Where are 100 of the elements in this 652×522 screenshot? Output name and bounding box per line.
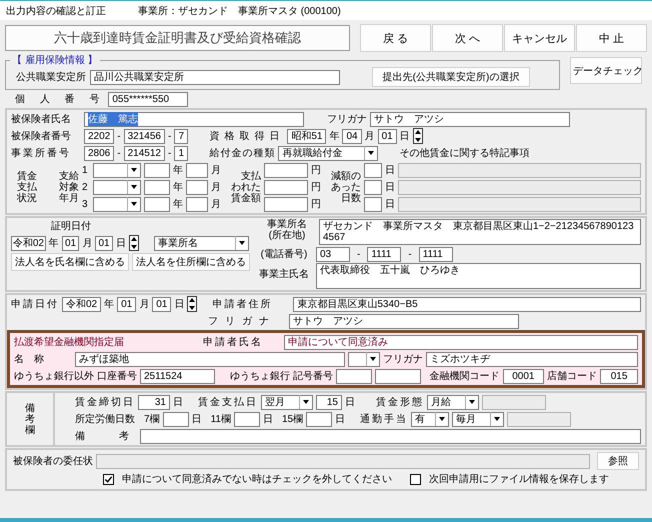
- account-number-field[interactable]: 2511524: [140, 368, 216, 384]
- date-field[interactable]: 01: [62, 236, 80, 250]
- personal-number-field[interactable]: 055******550: [108, 92, 188, 106]
- office-name-dropdown[interactable]: 事業所名: [154, 236, 249, 250]
- date-field[interactable]: 令和02: [11, 236, 46, 250]
- office-address-field[interactable]: ザセカンド 事業所マスタ 東京都目黒区東山1−2−212345678901234567: [319, 219, 641, 245]
- office-address-label: 事業所名 (所在地): [266, 219, 308, 241]
- insured-name-field[interactable]: 佐藤 篤志: [84, 112, 304, 126]
- spinner-icon[interactable]: [412, 128, 423, 144]
- insured-name-label: 被保険者氏名: [11, 112, 72, 126]
- phone-field[interactable]: 1111: [418, 246, 453, 262]
- days-field[interactable]: [364, 162, 382, 178]
- era-dropdown[interactable]: [93, 196, 141, 212]
- wage-status-label: 支払: [17, 182, 37, 192]
- date-field[interactable]: 昭和51: [287, 128, 326, 144]
- closing-day-field[interactable]: 31: [138, 394, 170, 410]
- date-field[interactable]: 01: [95, 236, 113, 250]
- nav-button[interactable]: 中 止: [576, 24, 647, 52]
- file-path-field[interactable]: [96, 454, 590, 468]
- nav-button[interactable]: キャンセル: [504, 24, 575, 52]
- symbol-field[interactable]: [336, 368, 372, 384]
- separator: -: [117, 148, 121, 158]
- applicant-address-field[interactable]: 東京都目黒区東山5340−B5: [293, 296, 641, 312]
- wage-form-dropdown[interactable]: 月給: [427, 394, 479, 410]
- work-days-field[interactable]: [306, 412, 332, 426]
- spinner-icon[interactable]: [187, 296, 198, 312]
- phone-field[interactable]: 03: [316, 246, 350, 262]
- owner-name-field[interactable]: 代表取締役 五十嵐 ひろゆき: [316, 263, 641, 289]
- date-field[interactable]: 01: [117, 296, 136, 312]
- number-field[interactable]: 2202: [84, 128, 114, 144]
- number-field[interactable]: 7: [174, 128, 188, 144]
- day-unit: 日: [385, 198, 395, 211]
- group-legend: 【 雇用保険情報 】: [10, 53, 100, 67]
- phone-field[interactable]: 1111: [367, 246, 402, 262]
- notes-field[interactable]: [398, 162, 641, 178]
- office-field[interactable]: 品川公共職業安定所: [90, 70, 340, 84]
- date-field[interactable]: 01: [378, 128, 397, 144]
- benefit-dropdown[interactable]: 再就職給付金: [278, 146, 378, 160]
- spinner-icon[interactable]: [128, 235, 139, 251]
- branch-code-field[interactable]: 015: [600, 368, 638, 384]
- commute-label: 通勤手当: [360, 412, 408, 426]
- month-field[interactable]: [186, 162, 208, 178]
- bank-code-field[interactable]: 0001: [502, 368, 544, 384]
- applicant-name-field[interactable]: 申請について同意済み: [284, 334, 638, 350]
- amount-field[interactable]: [264, 196, 308, 212]
- era-dropdown[interactable]: [93, 162, 141, 178]
- pay-day-field[interactable]: 15: [316, 394, 342, 410]
- wage-form-extra-field[interactable]: [482, 394, 546, 410]
- bank-name-field[interactable]: みずほ築地: [75, 352, 345, 366]
- browse-button[interactable]: 参照: [597, 452, 639, 470]
- days-field[interactable]: [364, 180, 382, 194]
- window-title: 出力内容の確認と訂正: [6, 4, 106, 18]
- amount-field[interactable]: [264, 162, 308, 178]
- data-check-button[interactable]: データチェック: [570, 57, 642, 84]
- include-corporate-name-button[interactable]: 法人名を氏名欄に含める: [11, 253, 129, 271]
- month-unit: 月: [211, 181, 221, 194]
- checkbox-label: 申請について同意済みでない時はチェックを外してください: [122, 472, 392, 486]
- number-field[interactable]: 1: [174, 146, 188, 160]
- wage-status-label: 賃金: [17, 170, 37, 182]
- number-field[interactable]: [375, 368, 421, 384]
- month-field[interactable]: [186, 196, 208, 212]
- pay-month-dropdown[interactable]: 翌月: [261, 394, 313, 410]
- caret-icon: [235, 236, 248, 250]
- date-field[interactable]: 04: [342, 128, 362, 144]
- era-dropdown[interactable]: [93, 180, 141, 194]
- nav-button[interactable]: 次 へ: [432, 24, 503, 52]
- date-unit: 日: [116, 237, 126, 250]
- year-field[interactable]: [144, 180, 170, 194]
- number-field[interactable]: 321456: [124, 128, 165, 144]
- pay-day-label: 賃金支払日: [198, 396, 258, 409]
- commute-dropdown[interactable]: 有: [411, 412, 450, 426]
- work-days-field[interactable]: [162, 412, 189, 426]
- month-field[interactable]: [186, 180, 208, 194]
- checkbox[interactable]: [410, 474, 421, 484]
- commute-frequency-dropdown[interactable]: 毎月: [452, 412, 504, 426]
- year-field[interactable]: [144, 196, 170, 212]
- kana-field[interactable]: サトウ アツシ: [370, 112, 570, 126]
- symbol-number-label: 記号番号: [293, 370, 334, 383]
- note-field[interactable]: [140, 428, 641, 444]
- date-field[interactable]: 令和02: [62, 296, 102, 312]
- wage-status-label: 状況: [17, 192, 37, 204]
- select-office-button[interactable]: 提出先(公共職業安定所)の選択: [372, 67, 530, 87]
- include-corporate-name-button[interactable]: 法人名を住所欄に含める: [132, 253, 250, 271]
- days-field[interactable]: [364, 196, 382, 212]
- checkbox[interactable]: [103, 474, 114, 484]
- notes-field[interactable]: [398, 180, 641, 194]
- applicant-kana-field[interactable]: サトウ アツシ: [289, 314, 519, 328]
- commute-extra-field[interactable]: [507, 412, 572, 426]
- amount-field[interactable]: [264, 180, 308, 194]
- notes-field[interactable]: [398, 196, 641, 212]
- nav-button[interactable]: 戻 る: [360, 24, 431, 52]
- date-field[interactable]: 01: [152, 296, 172, 312]
- bank-kana-field[interactable]: ミズホツキヂ: [426, 352, 638, 366]
- number-field[interactable]: 2806: [84, 146, 114, 160]
- number-field[interactable]: 214512: [124, 146, 165, 160]
- bank-name-label: 名 称: [14, 353, 45, 366]
- year-field[interactable]: [144, 162, 170, 178]
- bank-dropdown[interactable]: [348, 352, 380, 366]
- work-days-field[interactable]: [234, 412, 260, 426]
- yen-unit: 円: [311, 198, 321, 211]
